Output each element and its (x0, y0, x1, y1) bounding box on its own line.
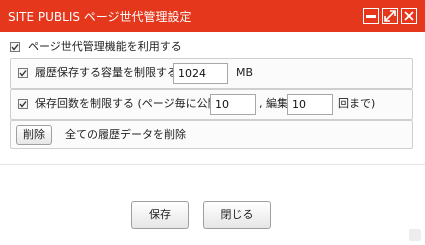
resize-grip[interactable] (409, 229, 421, 241)
footer-separator (0, 164, 425, 165)
delete-history-group: 削除 全ての履歴データを削除 (10, 120, 413, 149)
close-icon (404, 11, 414, 21)
enable-versioning-checkbox[interactable] (10, 42, 20, 52)
save-button[interactable]: 保存 (131, 201, 189, 229)
capacity-limit-checkbox[interactable] (18, 68, 28, 78)
minimize-button[interactable] (363, 8, 379, 24)
minimize-icon (366, 15, 376, 18)
capacity-limit-group: 履歴保存する容量を制限する MB (10, 58, 413, 89)
settings-dialog: SITE PUBLIS ページ世代管理設定 ページ世代管理機能を利用する 履歴保… (0, 0, 425, 245)
edit-count-label: , 編集 (259, 97, 288, 110)
count-suffix: 回まで) (338, 97, 376, 110)
check-icon (19, 101, 27, 108)
count-limit-label: 保存回数を制限する (ページ毎に公開 (35, 97, 219, 110)
capacity-input[interactable] (173, 63, 228, 84)
enable-versioning-label: ページ世代管理機能を利用する (28, 40, 182, 53)
capacity-unit: MB (236, 66, 254, 79)
publish-count-input[interactable] (210, 94, 256, 115)
title-bar[interactable]: SITE PUBLIS ページ世代管理設定 (0, 0, 425, 32)
count-limit-checkbox[interactable] (18, 99, 28, 109)
delete-button[interactable]: 削除 (16, 125, 52, 145)
edit-count-input[interactable] (287, 94, 333, 115)
close-button[interactable] (401, 8, 417, 24)
check-icon (11, 44, 19, 51)
capacity-limit-label: 履歴保存する容量を制限する (35, 66, 178, 79)
close-dialog-button[interactable]: 閉じる (203, 201, 271, 229)
delete-description: 全ての履歴データを削除 (65, 128, 186, 141)
dialog-content: ページ世代管理機能を利用する 履歴保存する容量を制限する MB 保存回数を制限す… (0, 32, 425, 164)
check-icon (19, 70, 27, 77)
maximize-button[interactable] (382, 8, 398, 24)
maximize-icon (384, 10, 396, 22)
dialog-title: SITE PUBLIS ページ世代管理設定 (8, 10, 192, 24)
count-limit-group: 保存回数を制限する (ページ毎に公開 , 編集 回まで) (10, 89, 413, 120)
